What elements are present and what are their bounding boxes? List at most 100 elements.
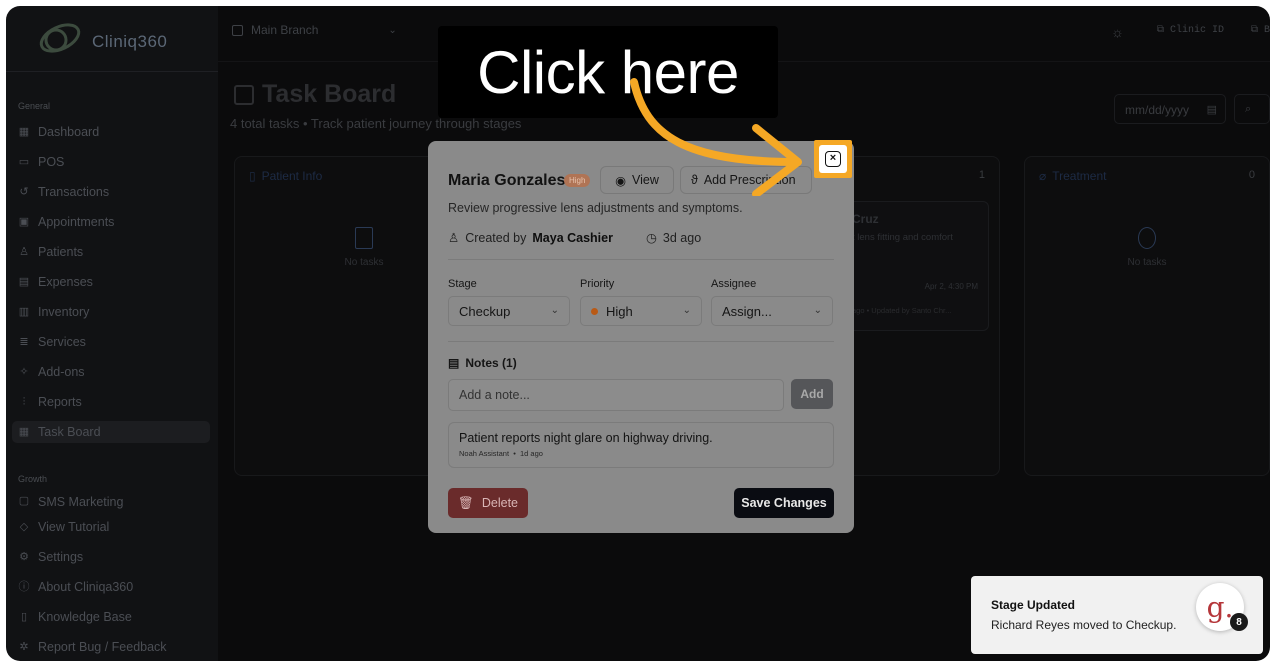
sidebar-item-expenses[interactable]: ▤ Expenses: [12, 271, 210, 293]
task-card-date: Apr 2, 4:30 PM: [924, 282, 978, 291]
empty-label: No tasks: [344, 257, 384, 268]
created-time: ◷ 3d ago: [646, 230, 702, 246]
bar-chart-icon: ⫶: [22, 396, 26, 408]
chevron-down-icon: ⌄: [388, 24, 397, 36]
stage-label: Stage: [448, 278, 477, 290]
close-button[interactable]: ×: [819, 145, 847, 173]
sidebar-item-report-bug[interactable]: ✲ Report Bug / Feedback: [12, 636, 210, 658]
divider: [448, 259, 834, 260]
register-icon: ▭: [18, 156, 30, 168]
add-note-button[interactable]: Add: [791, 379, 833, 409]
view-button[interactable]: ◉ View: [600, 166, 674, 194]
branch-id-button[interactable]: ⧉ B: [1251, 24, 1270, 36]
logo[interactable]: Cliniq360: [6, 6, 218, 72]
toast-message: Richard Reyes moved to Checkup.: [991, 618, 1177, 632]
chevron-down-icon: ⌄: [682, 305, 691, 316]
save-changes-button[interactable]: Save Changes: [734, 488, 834, 518]
sidebar-item-label: Knowledge Base: [38, 610, 132, 624]
note-input[interactable]: Add a note...: [448, 379, 784, 411]
sidebar-item-label: Inventory: [38, 305, 90, 319]
note-item: Patient reports night glare on highway d…: [448, 422, 834, 468]
sidebar-item-settings[interactable]: ⚙ Settings: [12, 546, 210, 568]
sidebar-item-pos[interactable]: ▭ POS: [12, 151, 210, 173]
tutorial-callout: Click here: [438, 26, 778, 118]
calendar-icon: ▣: [18, 216, 30, 228]
column-title: Patient Info: [261, 169, 323, 183]
column-checkup: 1 Cruz t lens fitting and comfort Apr 2,…: [830, 156, 1000, 476]
sidebar-item-reports[interactable]: ⫶ Reports: [12, 391, 210, 413]
created-prefix: Created by: [465, 230, 527, 245]
created-by-name: Maya Cashier: [532, 230, 613, 245]
created-by: ♙ Created by Maya Cashier: [448, 230, 613, 246]
boxes-icon: ▥: [18, 306, 30, 318]
priority-value: High: [606, 303, 633, 319]
kanban-icon: ▦: [18, 426, 30, 438]
bug-icon: ✲: [19, 641, 29, 653]
sidebar-item-appointments[interactable]: ▣ Appointments: [12, 211, 210, 233]
sidebar-item-services[interactable]: ≣ Services: [12, 331, 210, 353]
sidebar-item-patients[interactable]: ♙ Patients: [12, 241, 210, 263]
notes-heading-text: Notes (1): [465, 356, 517, 370]
column-title: Treatment: [1052, 169, 1107, 183]
sidebar-item-label: Patients: [38, 245, 84, 259]
clipboard-icon: [355, 227, 373, 249]
assignee-select[interactable]: Assign... ⌄: [711, 296, 833, 326]
message-icon: ▢: [18, 495, 30, 507]
section-growth: Growth: [18, 474, 48, 484]
sidebar-item-label: Settings: [38, 550, 84, 564]
column-header: ▯ Patient Info: [249, 169, 322, 183]
priority-select[interactable]: High ⌄: [580, 296, 702, 326]
stage-select[interactable]: Checkup ⌄: [448, 296, 570, 326]
created-ago: 3d ago: [662, 230, 702, 245]
sidebar-item-add-ons[interactable]: ✧ Add-ons: [12, 361, 210, 383]
sidebar-item-task-board[interactable]: ▦ Task Board: [12, 421, 210, 443]
sun-icon[interactable]: ☼: [1111, 24, 1124, 40]
note-meta: Noah Assistant • 1d ago: [459, 449, 543, 458]
receipt-icon: ▤: [18, 276, 30, 288]
sidebar-item-label: Dashboard: [38, 125, 100, 139]
graduation-icon: ◇: [19, 521, 29, 533]
date-filter-input[interactable]: mm/dd/yyyy ▤: [1114, 94, 1226, 124]
sidebar-item-transactions[interactable]: ↺ Transactions: [12, 181, 210, 203]
priority-label: Priority: [580, 278, 615, 290]
copy-icon: ⧉: [1156, 25, 1164, 36]
sidebar-item-label: POS: [38, 155, 65, 169]
sidebar-item-view-tutorial[interactable]: ◇ View Tutorial: [12, 516, 210, 538]
column-treatment: ⌀ Treatment 0 No tasks: [1024, 156, 1270, 476]
search-button[interactable]: ⌕: [1234, 94, 1270, 124]
task-card-name: Cruz: [852, 212, 879, 226]
search-icon: ⌕: [1245, 103, 1252, 115]
clinic-id-label: Clinic ID: [1169, 24, 1224, 36]
add-prescription-button[interactable]: ϑ Add Prescription: [680, 166, 812, 194]
section-general: General: [18, 101, 51, 111]
assignee-value: Assign...: [722, 303, 772, 319]
info-icon: ⓘ: [18, 581, 30, 593]
gear-icon: ⚙: [19, 551, 29, 563]
sidebar-item-label: Reports: [38, 395, 82, 409]
toast-title: Stage Updated: [991, 598, 1076, 612]
copy-icon: ⧉: [1250, 25, 1258, 36]
task-card[interactable]: Cruz t lens fitting and comfort Apr 2, 4…: [841, 201, 989, 331]
date-placeholder: mm/dd/yyyy: [1125, 103, 1190, 117]
delete-button[interactable]: 🗑 Delete: [448, 488, 528, 518]
sidebar-item-dashboard[interactable]: ▦ Dashboard: [12, 121, 210, 143]
kanban-icon: [234, 84, 254, 105]
clock-icon: ◷: [646, 231, 657, 245]
notes-heading: ▤ Notes (1): [448, 356, 517, 370]
calendar-icon: ▤: [1206, 104, 1217, 116]
sidebar-item-sms-marketing[interactable]: ▢ SMS Marketing: [12, 495, 210, 509]
sidebar-item-inventory[interactable]: ▥ Inventory: [12, 301, 210, 323]
building-icon: [232, 24, 243, 36]
note-text: Patient reports night glare on highway d…: [459, 431, 713, 445]
sidebar-item-about[interactable]: ⓘ About Cliniqa360: [12, 576, 210, 598]
sidebar-item-label: Add-ons: [38, 365, 85, 379]
sidebar-item-knowledge-base[interactable]: ▯ Knowledge Base: [12, 606, 210, 628]
stethoscope-icon: ϑ: [691, 173, 698, 187]
chevron-down-icon: ⌄: [550, 305, 559, 316]
user-icon: ♙: [448, 231, 460, 245]
branch-selector[interactable]: Main Branch ⌄: [232, 23, 397, 37]
view-label: View: [632, 173, 659, 187]
page-subtitle: 4 total tasks • Track patient journey th…: [230, 116, 522, 131]
clinic-id-button[interactable]: ⧉ Clinic ID: [1151, 20, 1230, 40]
column-count: 0: [1248, 169, 1255, 181]
